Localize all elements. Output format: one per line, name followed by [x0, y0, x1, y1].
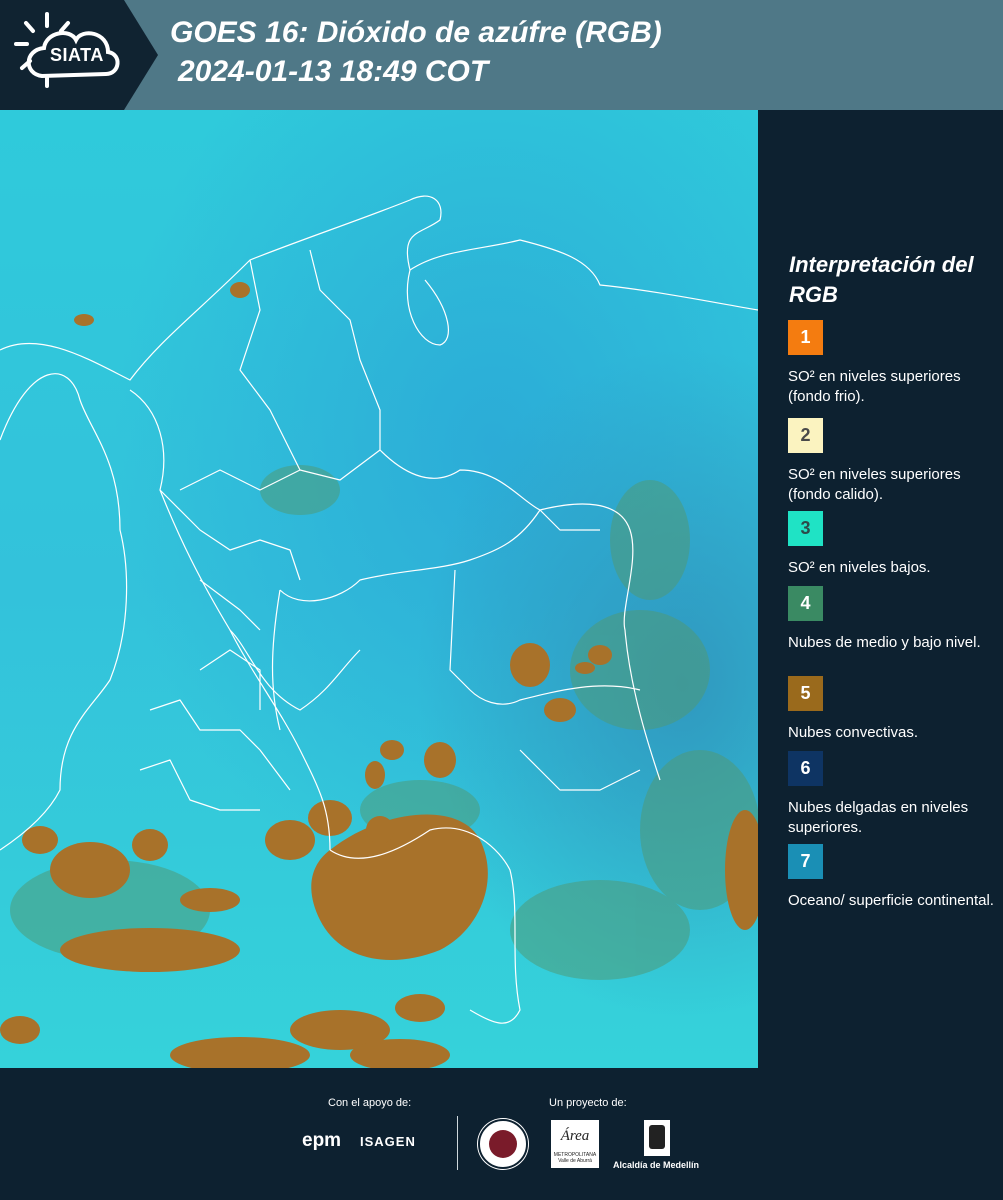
project-label: Un proyecto de:: [549, 1097, 627, 1109]
legend-label-3: SO² en niveles bajos.: [788, 559, 931, 576]
footer-divider: [457, 1116, 458, 1170]
area-metropolitana-logo: Área METROPOLITANA Valle de Aburrá: [551, 1120, 599, 1168]
legend-item-4: 4 Nubes de medio y bajo nivel.: [788, 586, 998, 653]
legend-swatch-4: 4: [788, 586, 823, 621]
page-title: GOES 16: Dióxido de azúfre (RGB): [170, 16, 662, 49]
support-label: Con el apoyo de:: [328, 1097, 412, 1109]
timestamp-title: 2024-01-13 18:49 COT: [178, 55, 489, 88]
legend-item-6: 6 Nubes delgadas en niveles superiores.: [788, 751, 998, 838]
isagen-logo: ISAGEN: [360, 1134, 416, 1149]
area-logo-text: Área: [560, 1128, 590, 1144]
legend-number-2: 2: [800, 425, 811, 445]
logo-text: SIATA: [50, 45, 104, 65]
satellite-map: [0, 110, 758, 1068]
epm-logo: epm: [302, 1130, 342, 1151]
legend-number-5: 5: [800, 683, 811, 703]
legend-number-7: 7: [800, 851, 811, 871]
legend-swatch-6: 6: [788, 751, 823, 786]
legend-swatch-7: 7: [788, 844, 823, 879]
area-logo-subtext: METROPOLITANA Valle de Aburrá: [553, 1152, 597, 1164]
legend-label-1: SO² en niveles superiores (fondo frio).: [788, 368, 961, 405]
legend-item-2: 2 SO² en niveles superiores (fondo calid…: [788, 418, 998, 505]
legend-item-1: 1 SO² en niveles superiores (fondo frio)…: [788, 320, 998, 407]
legend-swatch-2: 2: [788, 418, 823, 453]
legend-item-3: 3 SO² en niveles bajos.: [788, 511, 998, 578]
alcaldia-shield-logo: [644, 1120, 670, 1156]
legend-label-6: Nubes delgadas en niveles superiores.: [788, 799, 969, 836]
legend-number-4: 4: [800, 593, 811, 613]
legend-label-2: SO² en niveles superiores (fondo calido)…: [788, 466, 961, 503]
legend-item-5: 5 Nubes convectivas.: [788, 676, 998, 743]
legend-number-3: 3: [800, 518, 811, 538]
footer: Con el apoyo de: Un proyecto de: epm ISA…: [0, 1068, 1003, 1200]
legend-number-6: 6: [800, 758, 811, 778]
header-bar: SIATA GOES 16: Dióxido de azúfre (RGB) 2…: [0, 0, 1003, 110]
siata-logo: SIATA: [0, 0, 158, 110]
legend-swatch-3: 3: [788, 511, 823, 546]
legend-label-5: Nubes convectivas.: [788, 724, 919, 741]
medellin-seal-logo: [478, 1119, 528, 1169]
rgb-satellite-image: [0, 110, 758, 1068]
legend-swatch-5: 5: [788, 676, 823, 711]
alcaldia-label: Alcaldía de Medellín: [613, 1160, 700, 1170]
legend-label-7: Oceano/ superficie continental.: [788, 892, 994, 909]
legend-title: Interpretación del RGB: [789, 252, 974, 307]
legend-item-7: 7 Oceano/ superficie continental.: [788, 844, 998, 911]
legend-label-4: Nubes de medio y bajo nivel.: [788, 634, 981, 651]
legend-panel: Interpretación del RGB 1 SO² en niveles …: [760, 110, 1003, 1068]
legend-swatch-1: 1: [788, 320, 823, 355]
legend-number-1: 1: [800, 327, 811, 347]
